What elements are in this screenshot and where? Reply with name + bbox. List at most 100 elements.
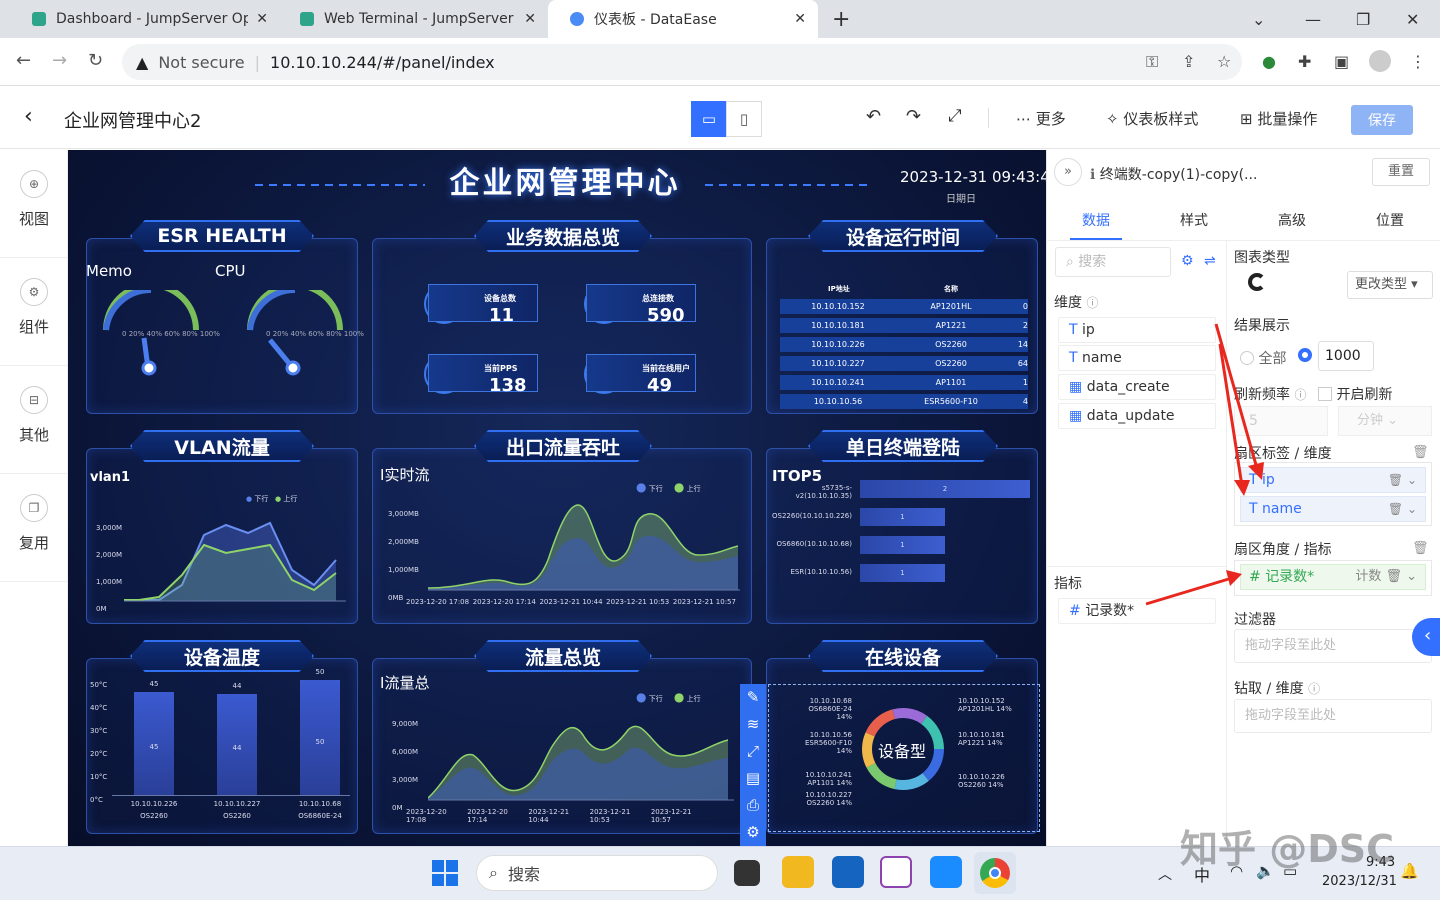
redo-icon[interactable]: ↷: [906, 106, 921, 127]
sidebar-icon[interactable]: ▣: [1334, 52, 1349, 71]
field-search-input[interactable]: ⌕ 搜索: [1055, 247, 1171, 277]
new-tab-button[interactable]: +: [832, 0, 850, 38]
key-icon[interactable]: ⚿: [1146, 52, 1158, 72]
dashboard-style-button[interactable]: ✧ 仪表板样式: [1106, 108, 1198, 129]
task-view-icon[interactable]: [734, 860, 760, 886]
login-bar: 1: [860, 564, 945, 582]
undo-icon[interactable]: ↶: [866, 106, 881, 127]
enlarge-icon[interactable]: ⤢: [740, 738, 766, 765]
close-tab-icon[interactable]: ✕: [794, 11, 806, 27]
rider-icon[interactable]: [880, 856, 912, 888]
minimize-icon[interactable]: —: [1305, 0, 1321, 38]
edit-icon[interactable]: ✎: [740, 684, 766, 711]
app-icon[interactable]: [930, 856, 962, 888]
limit-input[interactable]: 1000: [1318, 341, 1374, 371]
menu-icon[interactable]: ⋮: [1410, 52, 1426, 71]
auto-refresh-checkbox[interactable]: 开启刷新: [1318, 384, 1392, 404]
forward-icon[interactable]: →: [52, 50, 67, 71]
dashboard-datetime: 2023-12-31 09:43:43: [900, 168, 1060, 186]
drill-dropzone[interactable]: 拖动字段至此处: [1234, 699, 1432, 733]
tab-position[interactable]: 位置: [1376, 210, 1404, 230]
kpi-connections: 总连接数 590: [586, 284, 696, 326]
sidebar-item-other[interactable]: ⊟ 其他: [0, 386, 68, 445]
extension-globe-icon[interactable]: ●: [1262, 52, 1276, 71]
flow-y-axis: 9,000M 6,000M 3,000M 0M: [392, 720, 419, 812]
share-icon[interactable]: ⇪: [1182, 52, 1195, 71]
extensions-icon[interactable]: ✚: [1298, 52, 1311, 71]
kpi-pps: 当前PPS 138: [428, 354, 538, 396]
windows-start-icon[interactable]: [432, 860, 458, 886]
profile-avatar[interactable]: [1369, 50, 1391, 72]
sidebar-item-component[interactable]: ⚙ 组件: [0, 278, 68, 337]
browser-tab-web-terminal[interactable]: Web Terminal - JumpServer O ✕: [278, 0, 548, 38]
taskbar-search[interactable]: ⌕ 搜索: [476, 855, 718, 891]
browser-tab-jumpserver-dashboard[interactable]: Dashboard - JumpServer Ope ✕: [10, 0, 280, 38]
close-tab-icon[interactable]: ✕: [256, 11, 268, 27]
field-settings-icon[interactable]: ⚙: [1181, 253, 1194, 269]
tray-chevron-icon[interactable]: ︿: [1158, 864, 1172, 884]
sidebar-item-view[interactable]: ⊕ 视图: [0, 170, 68, 229]
temp-x-label: 10.10.10.226 OS2260: [130, 800, 178, 820]
close-tab-icon[interactable]: ✕: [524, 11, 536, 27]
tab-data[interactable]: 数据: [1082, 210, 1110, 230]
restore-icon[interactable]: ❐: [1356, 0, 1370, 38]
tab-style[interactable]: 样式: [1180, 210, 1208, 230]
layers-icon[interactable]: ≋: [740, 711, 766, 738]
back-icon[interactable]: ←: [16, 50, 31, 71]
component-breadcrumb: ℹ 终端数-copy(1)-copy(...: [1090, 167, 1258, 183]
trash-icon[interactable]: 🗑: [1412, 541, 1429, 556]
desktop-mode-button[interactable]: ▭: [691, 101, 727, 137]
mobile-mode-button[interactable]: ▯: [726, 101, 762, 137]
more-button[interactable]: ⋯ 更多: [1016, 108, 1066, 129]
exit-legend: ● 下行 ● 上行: [636, 480, 701, 494]
table-cell: OS2260: [935, 359, 967, 368]
close-window-icon[interactable]: ✕: [1406, 0, 1419, 38]
temp-bar-value: 45: [149, 743, 159, 752]
trash-icon[interactable]: 🗑: [1412, 445, 1429, 460]
collapse-panel-button[interactable]: »: [1054, 158, 1082, 186]
reset-button[interactable]: 重置: [1372, 158, 1430, 186]
jumpserver-icon: [32, 12, 46, 26]
radio-limit[interactable]: [1298, 348, 1312, 362]
swap-icon[interactable]: ⇌: [1204, 253, 1216, 269]
refresh-unit-select[interactable]: 分钟 ⌄: [1338, 406, 1432, 436]
export-icon[interactable]: ⎙: [740, 792, 766, 819]
star-icon[interactable]: ☆: [1217, 52, 1231, 71]
browser-tab-dataease[interactable]: 仪表板 - DataEase ✕: [548, 0, 818, 38]
login-bar-label: ESR(10.10.10.56): [790, 568, 853, 576]
tab-search-icon[interactable]: ⌄: [1252, 0, 1265, 38]
notification-bell-icon[interactable]: 🔔: [1400, 862, 1419, 880]
save-button[interactable]: 保存: [1351, 105, 1413, 135]
login-bar: 2: [860, 480, 1030, 498]
chrome-taskbar-button[interactable]: [974, 852, 1016, 894]
table-cell: 10.10.10.181: [811, 321, 865, 330]
table-cell: OS2260: [935, 340, 967, 349]
omnibox[interactable]: ▲ Not secure | 10.10.10.244/#/panel/inde…: [122, 44, 1242, 80]
filter-dropzone[interactable]: 拖动字段至此处: [1234, 629, 1432, 663]
uptime-title: 设备运行时间: [808, 220, 998, 252]
drill-label: 钻取 / 维度 ⓘ: [1234, 681, 1321, 697]
table-cell: AP1201HL: [930, 302, 972, 311]
vlan-y-axis: 3,000M 2,000M 1,000M 0M: [96, 524, 123, 613]
device-temp-title: 设备温度: [130, 640, 314, 672]
change-type-select[interactable]: 更改类型 ▾: [1347, 271, 1433, 299]
outlook-icon[interactable]: [832, 856, 864, 888]
details-icon[interactable]: ▤: [740, 765, 766, 792]
donut-label: 10.10.10.227 OS2260 14%: [805, 791, 852, 807]
back-arrow-icon[interactable]: ‹: [24, 104, 33, 129]
donut-center-label: 设备型: [878, 742, 927, 761]
table-cell: 1: [1022, 378, 1028, 387]
dataease-icon: [570, 12, 584, 26]
warning-icon: ▲: [136, 52, 149, 72]
sidebar-item-reuse[interactable]: ❐ 复用: [0, 494, 68, 553]
calendar-icon: ▦: [1069, 408, 1083, 424]
tab-advanced[interactable]: 高级: [1278, 210, 1306, 230]
clock-date[interactable]: 2023/12/31: [1322, 874, 1397, 889]
fullscreen-icon[interactable]: ⤢: [948, 106, 962, 126]
batch-operation-button[interactable]: ⊞ 批量操作: [1240, 108, 1317, 129]
file-explorer-icon[interactable]: [782, 856, 814, 888]
donut-label: 10.10.10.181 AP1221 14%: [958, 731, 1005, 747]
flow-area-chart: [428, 725, 734, 801]
reload-icon[interactable]: ↻: [88, 50, 103, 71]
settings-icon[interactable]: ⚙: [740, 819, 766, 846]
